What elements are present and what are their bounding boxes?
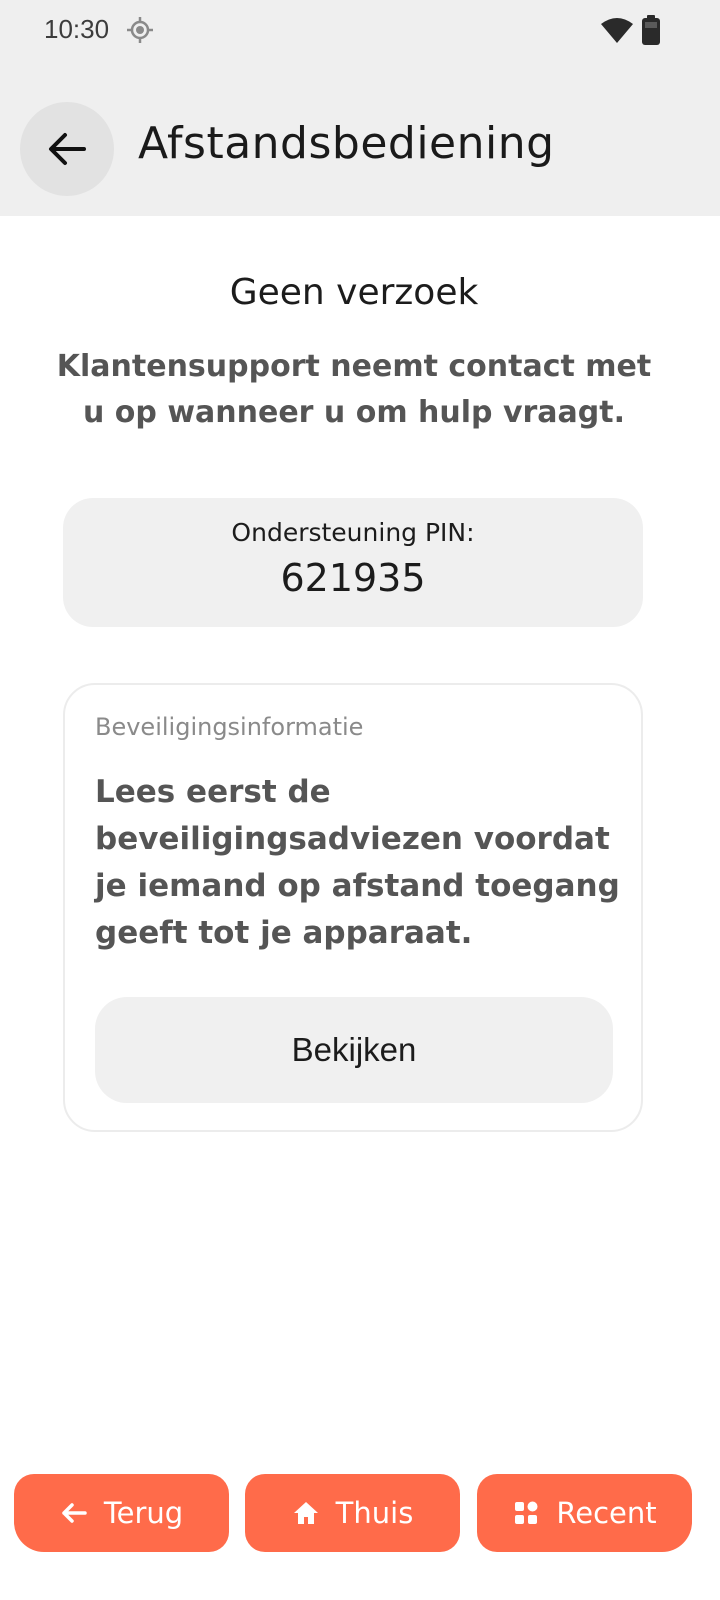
support-pin-value: 621935 — [280, 556, 426, 600]
wifi-icon — [600, 16, 634, 44]
request-status-description: Klantensupport neemt contact met u op wa… — [56, 349, 652, 430]
battery-icon — [640, 14, 662, 46]
nav-recent-label: Recent — [556, 1496, 657, 1530]
nav-back-label: Terug — [103, 1496, 184, 1530]
nav-home-button[interactable]: Thuis — [245, 1474, 460, 1552]
security-info-title: Beveiligingsinformatie — [95, 713, 364, 741]
app-bar: Afstandsbediening — [0, 62, 720, 216]
arrow-left-icon — [46, 128, 88, 170]
nav-recent-button[interactable]: Recent — [477, 1474, 692, 1552]
home-icon — [292, 1499, 320, 1527]
support-pin-box: Ondersteuning PIN: 621935 — [63, 498, 643, 627]
page-title: Afstandsbediening — [138, 118, 555, 169]
security-info-body: Lees eerst de beveiligingsadviezen voord… — [95, 774, 620, 951]
nav-home-label: Thuis — [335, 1496, 414, 1530]
status-bar: 10:30 — [0, 0, 720, 62]
apps-grid-icon — [512, 1499, 540, 1527]
view-button[interactable]: Bekijken — [95, 997, 613, 1103]
arrow-left-icon — [60, 1499, 88, 1527]
back-button[interactable] — [20, 102, 114, 196]
location-icon — [126, 16, 154, 44]
request-status-heading: Geen verzoek — [229, 272, 479, 313]
status-time: 10:30 — [44, 14, 110, 44]
security-info-card: Beveiligingsinformatie Lees eerst de bev… — [63, 683, 643, 1132]
nav-back-button[interactable]: Terug — [14, 1474, 229, 1552]
support-pin-label: Ondersteuning PIN: — [231, 518, 475, 547]
